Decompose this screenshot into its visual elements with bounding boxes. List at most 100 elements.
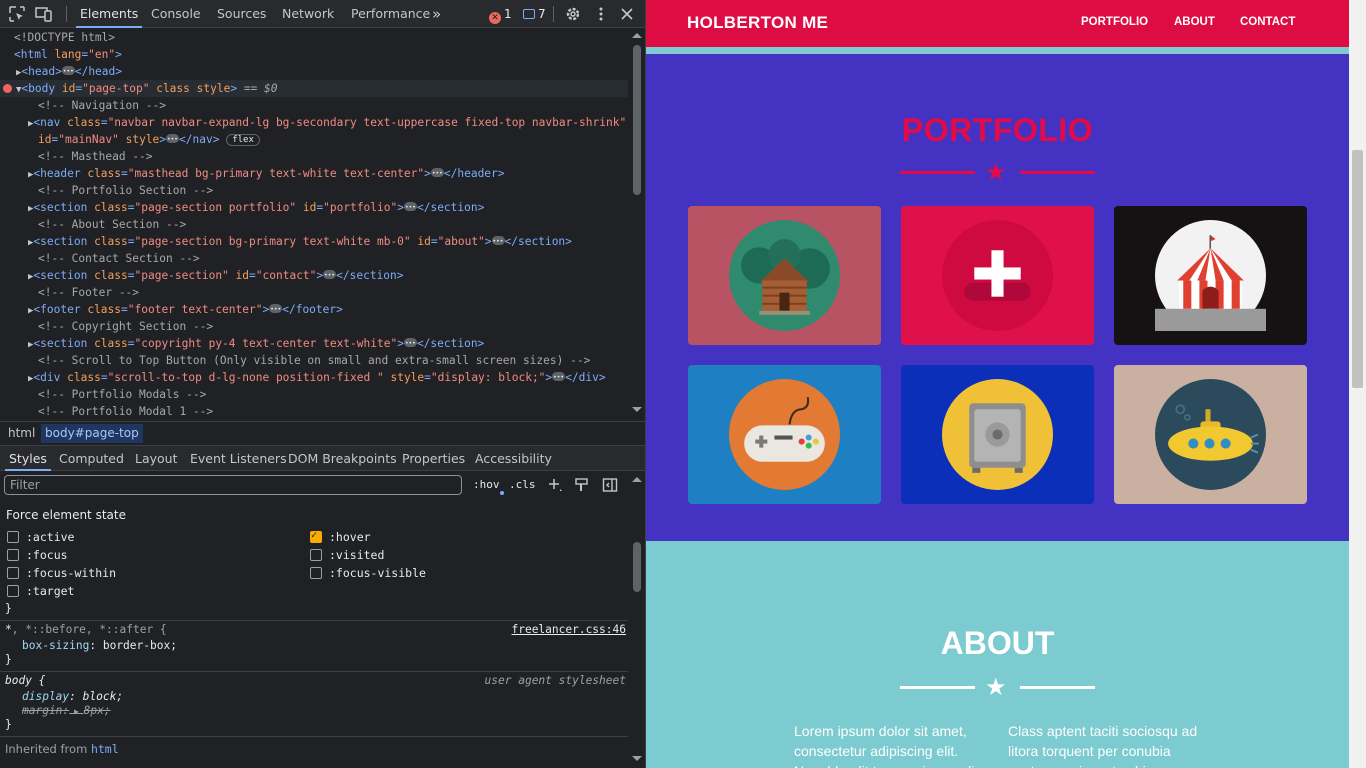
- ellipsis-icon[interactable]: [430, 165, 444, 182]
- ellipsis-icon[interactable]: [323, 267, 337, 284]
- dom-line[interactable]: ▶<section class="page-section portfolio"…: [0, 199, 628, 216]
- state-target-checkbox[interactable]: :target: [7, 583, 74, 599]
- portfolio-item-circus[interactable]: [1114, 206, 1307, 345]
- dom-tree: <!DOCTYPE html> <html lang="en"> ▶<head>…: [0, 29, 628, 417]
- ellipsis-icon[interactable]: [269, 301, 283, 318]
- tab-properties[interactable]: Properties: [402, 446, 465, 471]
- portfolio-item-submarine[interactable]: [1114, 365, 1307, 504]
- brand-logo-link[interactable]: HOLBERTON ME: [687, 13, 828, 33]
- dom-line[interactable]: <!-- Portfolio Section -->: [0, 182, 628, 199]
- tab-computed[interactable]: Computed: [59, 446, 124, 471]
- paint-brush-icon[interactable]: [574, 477, 590, 493]
- ellipsis-icon[interactable]: [491, 233, 505, 250]
- tab-accessibility[interactable]: Accessibility: [475, 446, 552, 471]
- tab-styles[interactable]: Styles: [5, 446, 51, 471]
- ellipsis-icon[interactable]: [61, 63, 75, 80]
- scrollbar-thumb[interactable]: [633, 542, 641, 592]
- more-options-icon[interactable]: [592, 5, 610, 23]
- scroll-down-arrow-icon[interactable]: [632, 407, 642, 412]
- dom-line[interactable]: <!-- Scroll to Top Button (Only visible …: [0, 352, 628, 369]
- dom-line[interactable]: <!-- Navigation -->: [0, 97, 628, 114]
- ellipsis-icon[interactable]: [552, 369, 566, 386]
- css-declaration[interactable]: display: block;: [22, 690, 123, 703]
- tab-sources[interactable]: Sources: [217, 0, 266, 28]
- nav-link-about[interactable]: ABOUT: [1174, 16, 1215, 28]
- portfolio-item-game[interactable]: [688, 365, 881, 504]
- flex-badge[interactable]: flex: [226, 134, 260, 146]
- scrollbar-thumb[interactable]: [633, 45, 641, 195]
- dom-line[interactable]: <!-- About Section -->: [0, 216, 628, 233]
- tab-event-listeners[interactable]: Event Listeners: [190, 446, 287, 471]
- tab-layout[interactable]: Layout: [135, 446, 178, 471]
- message-count-badge[interactable]: 7: [523, 0, 546, 28]
- nav-link-contact[interactable]: CONTACT: [1240, 16, 1295, 28]
- state-focus-visible-checkbox[interactable]: :focus-visible: [310, 565, 426, 581]
- ellipsis-icon[interactable]: [403, 199, 417, 216]
- dom-line[interactable]: <!-- Footer -->: [0, 284, 628, 301]
- breadcrumb-html[interactable]: html: [4, 424, 39, 443]
- dom-line[interactable]: ▶<section class="copyright py-4 text-cen…: [0, 335, 628, 352]
- tab-network[interactable]: Network: [282, 0, 334, 28]
- dom-line[interactable]: ▶<head></head>: [0, 63, 628, 80]
- css-property: margin: [22, 704, 63, 717]
- section-end-tag: </section>: [416, 201, 485, 214]
- new-rule-plus-icon[interactable]: [547, 477, 563, 493]
- dom-line[interactable]: <!-- Portfolio Modals -->: [0, 386, 628, 403]
- ellipsis-icon[interactable]: [403, 335, 417, 352]
- scroll-down-arrow-icon[interactable]: [632, 756, 642, 761]
- nav-link-portfolio[interactable]: PORTFOLIO: [1081, 16, 1148, 28]
- rule-selector-body[interactable]: body {: [5, 674, 45, 687]
- styles-scrollbar[interactable]: [628, 472, 646, 768]
- dom-line[interactable]: ▶<div class="scroll-to-top d-lg-none pos…: [0, 369, 628, 386]
- dom-line[interactable]: ▶<header class="masthead bg-primary text…: [0, 165, 628, 182]
- dom-line[interactable]: ▶<nav class="navbar navbar-expand-lg bg-…: [0, 114, 628, 131]
- settings-gear-icon[interactable]: [564, 5, 582, 23]
- close-devtools-icon[interactable]: [618, 5, 636, 23]
- dom-line[interactable]: <!-- Contact Section -->: [0, 250, 628, 267]
- tab-performance[interactable]: Performance: [351, 0, 430, 28]
- inherited-tag-link[interactable]: html: [91, 742, 119, 756]
- css-declaration[interactable]: box-sizing: border-box;: [22, 639, 177, 652]
- dom-line[interactable]: <!DOCTYPE html>: [0, 29, 628, 46]
- source-link-freelancer[interactable]: freelancer.css:46: [511, 623, 626, 636]
- state-active-checkbox[interactable]: :active: [7, 529, 74, 545]
- device-toolbar-icon[interactable]: [35, 5, 53, 23]
- page-scrollbar-thumb[interactable]: [1352, 150, 1363, 388]
- page-scrollbar[interactable]: [1349, 0, 1366, 768]
- css-declaration-overridden[interactable]: margin: ▶ 8px;: [22, 704, 111, 717]
- dom-line[interactable]: id="mainNav" style></nav> flex: [0, 131, 628, 148]
- attr-value: "page-section bg-primary text-white mb-0…: [134, 235, 411, 248]
- toggle-sidebar-icon[interactable]: [602, 477, 618, 493]
- more-tabs-button[interactable]: »: [432, 0, 441, 28]
- ellipsis-icon[interactable]: [166, 131, 180, 148]
- rule-selector[interactable]: *, *::before, *::after {: [5, 623, 167, 636]
- hov-toggle-button[interactable]: :hov: [473, 474, 504, 496]
- dom-line[interactable]: <!-- Masthead -->: [0, 148, 628, 165]
- dom-line[interactable]: ▶<section class="page-section" id="conta…: [0, 267, 628, 284]
- breadcrumb-body[interactable]: body#page-top: [41, 424, 143, 443]
- tab-dom-breakpoints[interactable]: DOM Breakpoints: [288, 446, 397, 471]
- dom-line[interactable]: ▶<section class="page-section bg-primary…: [0, 233, 628, 250]
- dom-line[interactable]: <!-- Copyright Section -->: [0, 318, 628, 335]
- tab-console[interactable]: Console: [151, 0, 201, 28]
- cls-toggle-button[interactable]: .cls: [509, 474, 536, 496]
- state-focus-checkbox[interactable]: :focus: [7, 547, 68, 563]
- scroll-up-arrow-icon[interactable]: [632, 33, 642, 38]
- inspect-element-icon[interactable]: [8, 5, 26, 23]
- error-count-badge[interactable]: ✕ 1: [489, 0, 512, 28]
- dom-line-selected[interactable]: ▼<body id="page-top" class style> == $0: [0, 80, 628, 97]
- state-hover-checkbox[interactable]: :hover: [310, 528, 371, 545]
- portfolio-item-safe[interactable]: [901, 365, 1094, 504]
- dom-tree-scrollbar[interactable]: [628, 29, 646, 417]
- scroll-up-arrow-icon[interactable]: [632, 477, 642, 482]
- dom-line[interactable]: ▶<footer class="footer text-center"></fo…: [0, 301, 628, 318]
- dom-line[interactable]: <html lang="en">: [0, 46, 628, 63]
- styles-pane: Force element state :active :focus :focu…: [0, 500, 628, 768]
- styles-filter-input[interactable]: Filter: [4, 475, 462, 495]
- dom-line[interactable]: <!-- Portfolio Modal 1 -->: [0, 403, 628, 417]
- portfolio-item-cake[interactable]: [901, 206, 1094, 345]
- state-focus-within-checkbox[interactable]: :focus-within: [7, 565, 116, 581]
- tab-elements[interactable]: Elements: [75, 0, 143, 28]
- state-visited-checkbox[interactable]: :visited: [310, 547, 384, 563]
- portfolio-item-cabin[interactable]: [688, 206, 881, 345]
